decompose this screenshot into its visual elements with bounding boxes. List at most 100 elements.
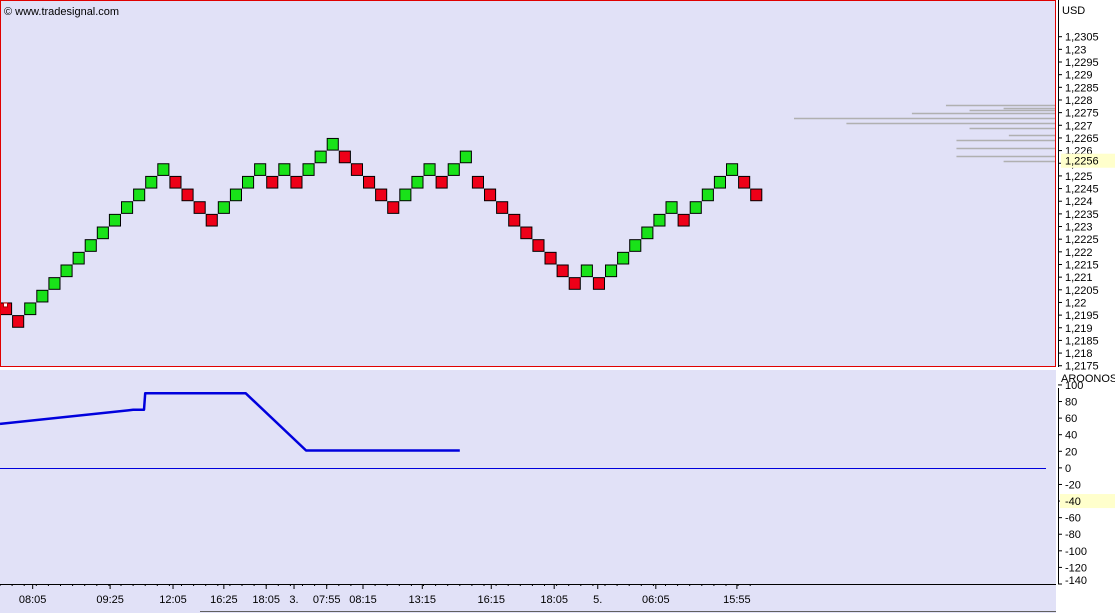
price-tick-label: 1,2175 [1065, 361, 1099, 373]
down-brick [12, 315, 25, 328]
osc-tick-label: 0 [1065, 463, 1071, 475]
time-tick-label: 09:25 [96, 594, 124, 606]
down-brick [387, 201, 400, 214]
up-brick [641, 226, 654, 240]
up-brick [423, 163, 436, 176]
osc-tick-label: -140 [1065, 575, 1087, 587]
osc-tick-label: -80 [1065, 529, 1081, 541]
time-tick-label: 08:05 [19, 594, 47, 606]
up-brick [217, 201, 230, 214]
down-brick [520, 226, 533, 240]
down-brick [532, 239, 545, 252]
up-brick [254, 163, 267, 176]
down-brick [350, 163, 363, 176]
up-brick [713, 175, 727, 189]
up-brick [411, 175, 424, 189]
down-brick [750, 188, 763, 202]
chart-canvas: 1,23051,231,22951,2291,22851,2281,22751,… [0, 0, 1115, 613]
price-tick-label: 1,223 [1065, 222, 1093, 234]
time-tick-label: 07:55 [313, 594, 341, 606]
up-brick [24, 302, 37, 316]
down-brick [484, 188, 497, 202]
osc-tick-label: -60 [1065, 513, 1081, 525]
up-brick [96, 226, 109, 240]
price-tick-label: 1,221 [1065, 272, 1093, 284]
price-tick-label: 1,229 [1065, 70, 1093, 82]
up-brick [689, 201, 702, 214]
price-tick-label: 1,227 [1065, 120, 1093, 132]
price-tick-label: 1,222 [1065, 247, 1093, 259]
time-tick-label: 15:55 [723, 594, 751, 606]
up-brick [629, 239, 642, 252]
down-brick [169, 175, 182, 189]
up-brick [314, 150, 327, 164]
price-tick-label: 1,2235 [1065, 209, 1099, 221]
up-brick [326, 137, 339, 151]
price-tick-label: 1,22 [1065, 297, 1086, 309]
up-brick [665, 201, 678, 214]
down-brick [508, 213, 521, 227]
osc-tick-label: 40 [1065, 430, 1077, 442]
down-brick [290, 175, 303, 189]
down-brick [363, 175, 376, 189]
osc-marker-label: -40 [1065, 496, 1081, 508]
time-tick-label: 13:15 [409, 594, 437, 606]
up-brick [617, 251, 630, 265]
osc-tick-label: 60 [1065, 413, 1077, 425]
price-tick-label: 1,228 [1065, 95, 1093, 107]
up-brick [60, 264, 73, 278]
price-tick-label: 1,2205 [1065, 285, 1099, 297]
down-brick [181, 188, 194, 202]
time-tick-label: 18:05 [252, 594, 280, 606]
down-brick [205, 213, 218, 227]
up-brick [278, 163, 291, 176]
price-tick-label: 1,225 [1065, 171, 1093, 183]
osc-tick-label: -20 [1065, 479, 1081, 491]
up-brick [157, 163, 170, 176]
down-brick [677, 213, 690, 227]
up-brick [145, 175, 158, 189]
time-tick-label: 12:05 [159, 594, 187, 606]
price-tick-label: 1,219 [1065, 323, 1093, 335]
up-brick [701, 188, 714, 202]
time-tick-label: 3. [289, 594, 298, 606]
osc-tick-label: -120 [1065, 562, 1087, 574]
down-brick [556, 264, 569, 278]
up-brick [133, 188, 146, 202]
up-brick [121, 201, 134, 214]
time-tick-label: 5. [593, 594, 602, 606]
price-tick-label: 1,2185 [1065, 335, 1099, 347]
osc-tick-label: -100 [1065, 546, 1087, 558]
up-brick [653, 213, 666, 227]
time-tick-label: 08:15 [349, 594, 377, 606]
price-tick-label: 1,2285 [1065, 82, 1099, 94]
down-brick [266, 175, 279, 189]
price-tick-label: 1,2245 [1065, 184, 1099, 196]
price-axis: 1,23051,231,22951,2291,22851,2281,22751,… [1058, 0, 1115, 373]
down-brick [738, 175, 751, 189]
time-tick-label: 16:15 [477, 594, 505, 606]
down-brick [496, 201, 509, 214]
oscillator-axis: 100806040200-20-40-60-80-100-120-140-40 [1058, 380, 1115, 587]
up-brick [84, 239, 97, 252]
oscillator-plot-area [0, 370, 1056, 584]
down-brick [544, 251, 557, 265]
time-tick-label: 16:25 [210, 594, 238, 606]
down-brick [435, 175, 448, 189]
time-tick-label: 18:05 [540, 594, 568, 606]
time-tick-label: 06:05 [642, 594, 670, 606]
down-brick [338, 150, 351, 164]
last-price-label: 1,2256 [1065, 156, 1099, 168]
up-brick [459, 150, 472, 164]
up-brick [580, 264, 593, 278]
price-tick-label: 1,2215 [1065, 259, 1099, 271]
up-brick [72, 251, 85, 265]
start-marker [3, 302, 8, 308]
price-plot-area [0, 0, 1056, 367]
osc-tick-label: 80 [1065, 397, 1077, 409]
price-tick-label: 1,218 [1065, 348, 1093, 360]
price-tick-label: 1,2195 [1065, 310, 1099, 322]
up-brick [36, 289, 49, 303]
up-brick [302, 163, 315, 176]
osc-tick-label: 20 [1065, 446, 1077, 458]
